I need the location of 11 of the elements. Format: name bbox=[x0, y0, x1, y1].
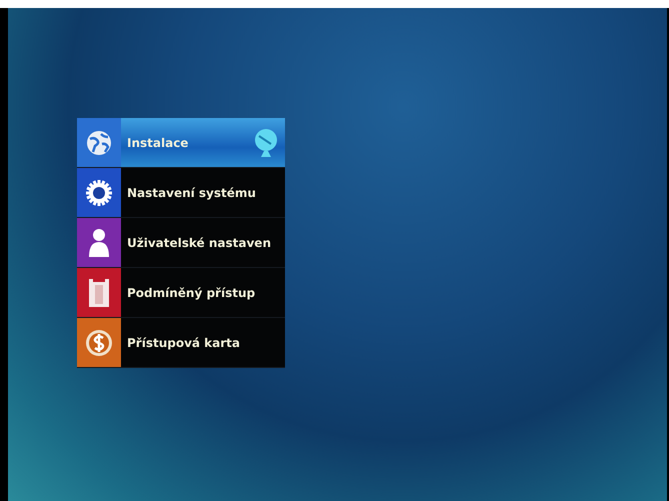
card-slot-icon bbox=[88, 278, 110, 308]
person-icon bbox=[87, 228, 111, 258]
gear-icon bbox=[85, 178, 113, 206]
menu-item[interactable]: Nastavení systému bbox=[77, 168, 285, 218]
menu-item[interactable]: Podmíněný přístup bbox=[77, 268, 285, 318]
globe-icon bbox=[86, 130, 112, 156]
menu-item[interactable]: Uživatelské nastaven bbox=[77, 218, 285, 268]
satellite-dish-icon bbox=[253, 128, 279, 158]
menu-item[interactable]: Přístupová karta bbox=[77, 318, 285, 368]
coin-icon bbox=[85, 328, 113, 356]
menu-item[interactable]: Instalace bbox=[77, 118, 285, 168]
